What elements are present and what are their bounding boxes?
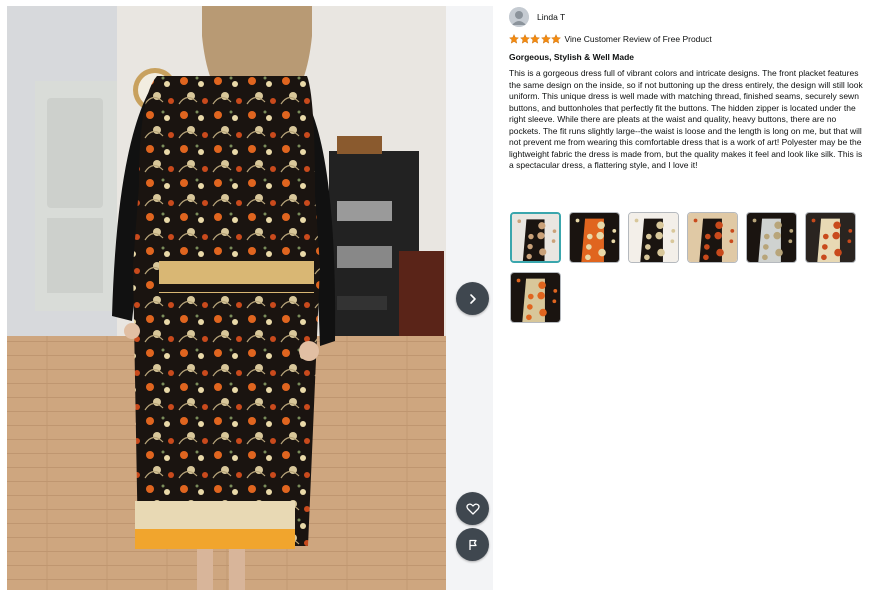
- star-icon: [519, 34, 530, 44]
- review-title: Gorgeous, Stylish & Well Made: [509, 52, 635, 62]
- review-author: Linda T: [509, 6, 864, 28]
- review-image-thumbnail[interactable]: [746, 212, 797, 263]
- review-photo-viewer: [7, 6, 493, 590]
- review-image-thumbnail[interactable]: [687, 212, 738, 263]
- avatar: [509, 7, 529, 27]
- review-image-thumbnail[interactable]: [510, 212, 561, 263]
- review-image-thumbnail[interactable]: [510, 272, 561, 323]
- review-image-thumbnail[interactable]: [628, 212, 679, 263]
- star-icon: [551, 34, 561, 44]
- user-icon: [509, 7, 529, 27]
- star-icon: [509, 34, 519, 44]
- like-button[interactable]: [456, 492, 489, 525]
- star-icon: [540, 34, 551, 44]
- review-body: This is a gorgeous dress full of vibrant…: [509, 68, 863, 170]
- review-main-photo: [7, 6, 446, 590]
- heart-icon: [465, 502, 480, 515]
- vine-badge: Vine Customer Review of Free Product: [564, 34, 712, 44]
- flag-icon: [468, 539, 477, 550]
- review-image-thumbnail[interactable]: [569, 212, 620, 263]
- report-button[interactable]: [456, 528, 489, 561]
- next-image-button[interactable]: [456, 282, 489, 315]
- chevron-right-icon: [469, 293, 476, 304]
- review-image-thumbnail[interactable]: [805, 212, 856, 263]
- review-rating: Vine Customer Review of Free Product: [509, 32, 864, 46]
- author-name[interactable]: Linda T: [537, 12, 565, 22]
- star-icon: [530, 34, 540, 44]
- review-content: Linda T Vine Customer Review of Free Pro…: [509, 6, 864, 172]
- star-rating: [509, 34, 562, 44]
